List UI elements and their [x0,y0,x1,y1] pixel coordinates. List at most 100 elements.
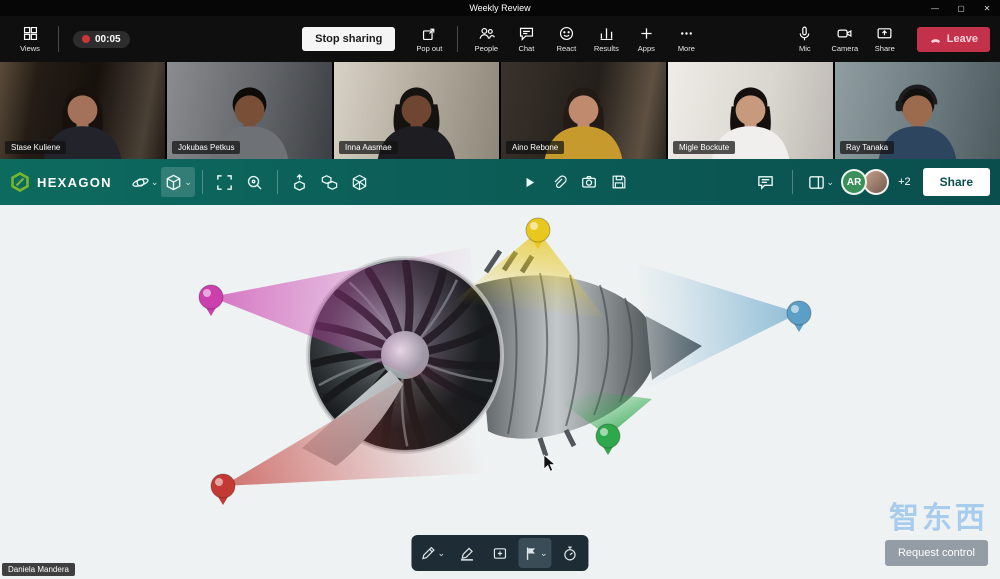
highlighter-tool-button[interactable] [452,538,482,568]
draw-tool-button[interactable]: ⌄ [415,538,449,568]
hexagon-share-button[interactable]: Share [923,168,990,196]
brand-name: HEXAGON [37,175,112,190]
leave-button[interactable]: Leave [917,27,990,52]
cube-arrow-up-icon [290,173,309,192]
paperclip-icon [550,173,568,191]
minimize-button[interactable]: — [922,0,948,16]
chat-button[interactable]: Chat [506,25,546,53]
fit-view-button[interactable] [210,167,240,197]
cube-icon [164,173,183,192]
model-viewport[interactable]: ⌄ ⌄ Daniela Mandera 智东西 Request control [0,205,1000,579]
divider [277,170,278,194]
stopwatch-icon [561,545,578,562]
close-button[interactable]: ✕ [974,0,1000,16]
timer-tool-button[interactable] [555,538,585,568]
meeting-timer: 00:05 [95,34,121,45]
hexagon-logo-icon [10,172,30,192]
insert-model-button[interactable] [285,167,315,197]
participant-tile[interactable]: Migle Bockute [668,62,833,159]
video-camera-icon [836,25,853,42]
participant-tile[interactable]: Inna Aasmae [334,62,499,159]
mic-button[interactable]: Mic [785,25,825,53]
flag-tool-button[interactable]: ⌄ [518,538,552,568]
participant-tile[interactable]: Stase Kuliene [0,62,165,159]
hexagon-logo: HEXAGON [10,172,112,192]
pen-icon [419,545,436,562]
hang-up-icon [929,33,942,46]
people-button[interactable]: People [466,25,506,53]
chat-icon [518,25,535,42]
emoji-icon [558,25,575,42]
divider [792,170,793,194]
stacked-cubes-icon [320,173,339,192]
plus-icon [638,25,655,42]
orbit-icon [131,173,150,192]
participant-name: Stase Kuliene [5,141,66,154]
window-controls: — ▢ ✕ [922,0,1000,16]
stop-sharing-button[interactable]: Stop sharing [302,27,395,51]
zoom-select-button[interactable] [240,167,270,197]
grid-views-icon [22,25,39,42]
wireframe-view-button[interactable] [345,167,375,197]
apps-button[interactable]: Apps [626,25,666,53]
camera-icon [580,173,598,191]
divider [202,170,203,194]
magnifier-icon [245,173,264,192]
views-button[interactable]: Views [10,25,50,53]
avatar-overflow-count[interactable]: +2 [898,176,911,188]
camera-button[interactable]: Camera [825,25,865,53]
annotation-pin-green[interactable] [596,424,620,455]
share-screen-button[interactable]: Share [865,25,905,53]
annotation-toolbar: ⌄ ⌄ [411,535,588,571]
watermark-logo: 智东西 [889,493,988,537]
hexagon-toolbar: HEXAGON ⌄ ⌄ [0,159,1000,205]
snapshot-button[interactable] [574,167,604,197]
panel-icon [807,173,826,192]
mic-icon [796,25,813,42]
attachment-button[interactable] [544,167,574,197]
results-button[interactable]: Results [586,25,626,53]
participant-strip: Stase Kuliene Jokubas Petkus Inna Aasmae… [0,62,1000,159]
play-animation-button[interactable] [514,167,544,197]
more-button[interactable]: More [666,25,706,53]
play-icon [521,174,538,191]
comments-button[interactable] [751,167,781,197]
recording-indicator: 00:05 [73,31,130,48]
participant-name: Aino Rebone [506,141,564,154]
hexagon-toolbar-right: ⌄ AR +2 Share [751,167,990,197]
popout-button[interactable]: Pop out [409,25,449,53]
model-scene[interactable] [0,205,1000,579]
save-button[interactable] [604,167,634,197]
expand-icon [215,173,234,192]
annotation-pin-blue[interactable] [787,301,811,332]
participant-name: Ray Tanaka [840,141,894,154]
view-cube-tool-button[interactable]: ⌄ [161,167,195,197]
panel-layout-button[interactable]: ⌄ [804,167,838,197]
react-button[interactable]: React [546,25,586,53]
orbit-tool-button[interactable]: ⌄ [128,167,162,197]
annotation-cone-blue [638,263,799,391]
participant-tile[interactable]: Jokubas Petkus [167,62,332,159]
comment-icon [756,173,775,192]
participant-tile[interactable]: Ray Tanaka [835,62,1000,159]
share-screen-icon [876,25,893,42]
ellipsis-icon [678,25,695,42]
annotation-pin-red[interactable] [211,474,235,505]
request-control-button[interactable]: Request control [885,540,988,566]
add-frame-button[interactable] [485,538,515,568]
frame-plus-icon [492,545,509,562]
presenter-name-tag: Daniela Mandera [2,563,75,576]
maximize-button[interactable]: ▢ [948,0,974,16]
participant-name: Jokubas Petkus [172,141,240,154]
views-label: Views [20,44,40,53]
annotation-pin-magenta[interactable] [199,285,223,316]
flag-icon [522,545,539,562]
model-stack-button[interactable] [315,167,345,197]
window-title: Weekly Review [469,3,530,13]
record-dot-icon [82,35,90,43]
save-icon [610,173,628,191]
divider [457,26,458,52]
participant-tile[interactable]: Aino Rebone [501,62,666,159]
people-icon [478,25,495,42]
avatar[interactable]: AR [841,169,867,195]
